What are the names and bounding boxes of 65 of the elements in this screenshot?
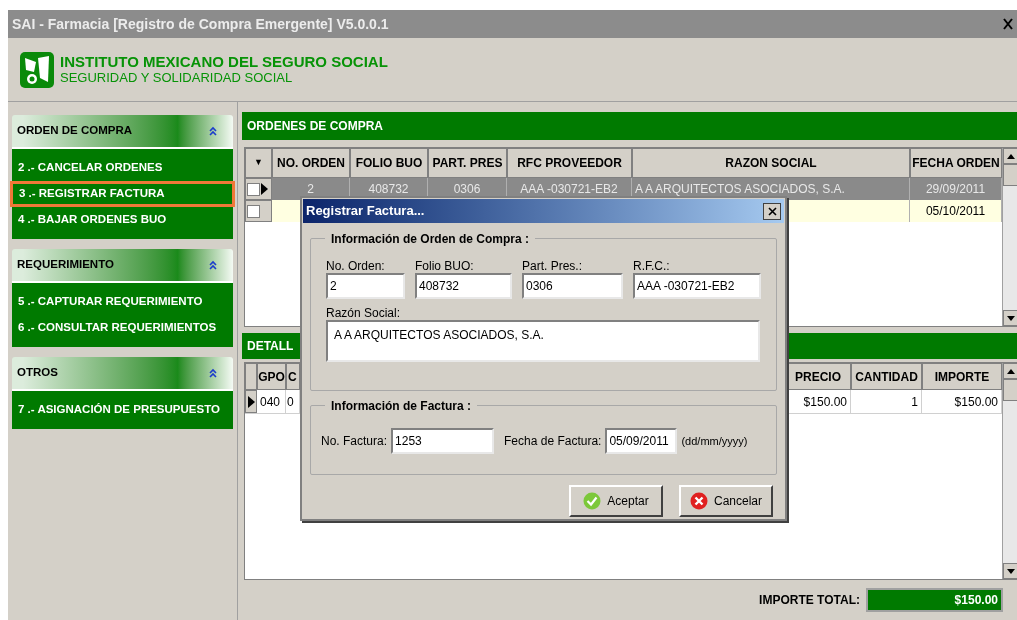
- emblem-icon: [20, 51, 54, 88]
- table-cell: 1: [851, 390, 922, 413]
- input-field[interactable]: 1253: [391, 428, 495, 454]
- organization-name: INSTITUTO MEXICANO DEL SEGURO SOCIAL: [60, 53, 388, 70]
- field-label: No. Orden:: [326, 258, 386, 272]
- field-label: Razón Social:: [326, 305, 402, 319]
- collapse-chevron-icon[interactable]: [208, 260, 218, 270]
- menu-item[interactable]: 2 .- CANCELAR ORDENES: [12, 155, 233, 181]
- input-field[interactable]: 2: [326, 273, 405, 299]
- cancel-icon: [690, 492, 708, 510]
- collapse-chevron-icon[interactable]: [208, 126, 218, 136]
- input-field[interactable]: 408732: [415, 273, 512, 299]
- column-header[interactable]: NO. ORDEN: [272, 148, 350, 178]
- input-field[interactable]: 0306: [522, 273, 623, 299]
- scroll-thumb[interactable]: [1003, 379, 1017, 401]
- input-field[interactable]: A A ARQUITECTOS ASOCIADOS, S.A.: [326, 320, 760, 362]
- column-header[interactable]: RAZON SOCIAL: [632, 148, 910, 178]
- close-icon[interactable]: [767, 206, 777, 216]
- window-title: SAI - Farmacia [Registro de Compra Emergente] V5.0.0.1: [12, 14, 389, 34]
- field-label: Fecha de Factura:: [504, 433, 602, 450]
- accept-button[interactable]: Aceptar: [569, 485, 663, 517]
- menu-item[interactable]: 6 .- CONSULTAR REQUERIMIENTOS: [12, 315, 233, 341]
- column-header[interactable]: ▼: [245, 148, 272, 178]
- field-label: R.F.C.:: [633, 258, 671, 272]
- close-icon[interactable]: [1003, 18, 1013, 30]
- input-field[interactable]: AAA -030721-EB2: [633, 273, 761, 299]
- field-label: Part. Pres.:: [522, 258, 584, 272]
- scrollbar[interactable]: [1002, 363, 1017, 579]
- up-arrow-icon[interactable]: [1006, 153, 1015, 159]
- down-arrow-icon[interactable]: [1006, 315, 1015, 321]
- section-header[interactable]: OTROS: [12, 357, 233, 391]
- total-label: IMPORTE TOTAL:: [759, 592, 860, 609]
- row-checkbox[interactable]: [247, 204, 260, 218]
- section-header[interactable]: ORDEN DE COMPRA: [12, 115, 233, 149]
- format-hint: (dd/mm/yyyy): [681, 433, 748, 449]
- up-arrow-icon[interactable]: [1006, 368, 1015, 374]
- column-header[interactable]: RFC PROVEEDOR: [507, 148, 632, 178]
- column-header[interactable]: FOLIO BUO: [350, 148, 428, 178]
- column-header[interactable]: GPO: [257, 363, 286, 390]
- scroll-thumb[interactable]: [1003, 164, 1017, 186]
- total-value: $150.00: [866, 588, 1003, 612]
- menu-item[interactable]: 4 .- BAJAR ORDENES BUO: [12, 207, 233, 233]
- row-checkbox[interactable]: [247, 182, 260, 196]
- down-arrow-icon[interactable]: [1006, 568, 1015, 574]
- panel-header: ORDENES DE COMPRA: [242, 112, 1017, 140]
- column-header[interactable]: IMPORTE: [922, 363, 1002, 390]
- collapse-chevron-icon[interactable]: [208, 368, 218, 378]
- field-label: Folio BUO:: [415, 258, 475, 272]
- check-icon: [583, 492, 602, 510]
- close-button[interactable]: [763, 202, 781, 220]
- column-header[interactable]: PART. PRES: [428, 148, 507, 178]
- field-label: No. Factura:: [321, 433, 388, 450]
- scrollbar[interactable]: [1002, 148, 1017, 326]
- section-header[interactable]: REQUERIMIENTO: [12, 249, 233, 283]
- organization-motto: SEGURIDAD Y SOLIDARIDAD SOCIAL: [60, 69, 294, 86]
- input-field[interactable]: 05/09/2011: [605, 428, 678, 454]
- cancel-button[interactable]: Cancelar: [679, 485, 773, 517]
- row-pointer-icon: [261, 183, 268, 195]
- table-cell: 040: [257, 390, 286, 413]
- column-header[interactable]: CANTIDAD: [851, 363, 922, 390]
- column-header[interactable]: C: [286, 363, 300, 390]
- column-header[interactable]: FECHA ORDEN: [910, 148, 1002, 178]
- dialog-title: Registrar Factura...: [306, 202, 425, 221]
- menu-item[interactable]: 5 .- CAPTURAR REQUERIMIENTO: [12, 289, 233, 315]
- menu-item[interactable]: 3 .- REGISTRAR FACTURA: [10, 181, 235, 207]
